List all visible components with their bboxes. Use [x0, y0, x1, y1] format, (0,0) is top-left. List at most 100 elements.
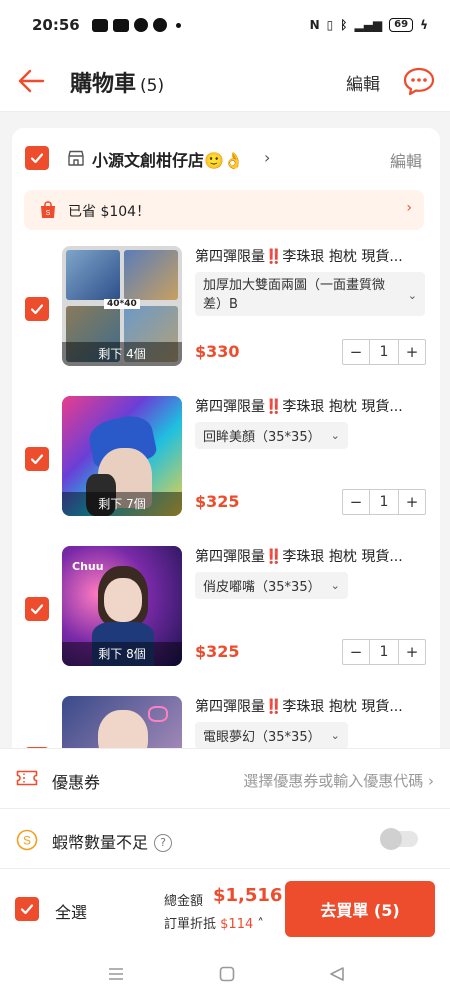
- discount-summary[interactable]: 訂單折抵 $114 ˄: [164, 913, 264, 932]
- coins-toggle[interactable]: [380, 828, 418, 850]
- product-price: $330: [195, 342, 240, 361]
- bottom-panel: 優惠券 選擇優惠券或輸入優惠代碼 › S 蝦幣數量不足? 全選 總金額 $1,5…: [0, 748, 450, 1000]
- discount-value: $114: [220, 917, 254, 932]
- decrease-button[interactable]: −: [343, 640, 369, 664]
- signal-icon: ▂▄▆: [354, 18, 383, 32]
- vibrate-icon: ▯: [326, 18, 334, 32]
- coupon-row[interactable]: 優惠券 選擇優惠券或輸入優惠代碼 ›: [0, 749, 450, 809]
- help-icon[interactable]: ?: [154, 833, 173, 852]
- product-name[interactable]: 第四彈限量‼️李珠珢 抱枕 現貨...: [195, 246, 425, 266]
- checkout-bar: 全選 總金額 $1,516 訂單折抵 $114 ˄ 去買單 (5): [0, 869, 450, 949]
- page-title: 購物車 (5): [70, 66, 164, 98]
- nav-back-icon[interactable]: [328, 965, 346, 983]
- promo-text: 已省 $104！: [68, 204, 151, 220]
- coin-icon: S: [16, 829, 38, 851]
- youtube-icon: [112, 18, 129, 32]
- status-bar: 20:56 N ▯ ᛒ ▂▄▆ 69 ϟ: [0, 0, 450, 50]
- menu-icon[interactable]: [107, 965, 125, 983]
- cart-count: (5): [140, 76, 165, 96]
- chevron-right-icon: ›: [406, 200, 412, 216]
- item-checkbox[interactable]: [25, 297, 49, 321]
- system-nav-bar: [0, 949, 450, 1000]
- select-all-checkbox[interactable]: [15, 897, 39, 921]
- product-image[interactable]: 40*40 剩下 4個: [62, 246, 182, 366]
- shop-name[interactable]: 小源文創柑仔店🙂👌: [92, 147, 244, 171]
- item-checkbox[interactable]: [25, 597, 49, 621]
- quantity-stepper: − 1 +: [342, 489, 426, 515]
- cart-item: Chuu 剩下 8個 第四彈限量‼️李珠珢 抱枕 現貨... 俏皮嘟嘴（35*3…: [12, 546, 440, 676]
- product-price: $325: [195, 642, 240, 661]
- edit-button[interactable]: 編輯: [346, 70, 380, 95]
- variant-selector[interactable]: 加厚加大雙面兩圖（一面畫質微差）B ⌄: [195, 272, 425, 316]
- product-name[interactable]: 第四彈限量‼️李珠珢 抱枕 現貨...: [195, 546, 425, 566]
- shop-edit-button[interactable]: 編輯: [390, 148, 422, 172]
- thumb-label: Chuu: [72, 560, 104, 573]
- cart-item: 40*40 剩下 4個 第四彈限量‼️李珠珢 抱枕 現貨... 加厚加大雙面兩圖…: [12, 246, 440, 376]
- shop-card: 小源文創柑仔店🙂👌 › 編輯 S 已省 $104！ › 40*40 剩下 4個 …: [12, 128, 440, 768]
- facebook-icon: [152, 18, 167, 32]
- variant-label: 俏皮嘟嘴（35*35）: [203, 580, 321, 595]
- back-arrow-icon[interactable]: [16, 66, 46, 96]
- battery-icon: 69: [389, 18, 414, 32]
- quantity-input[interactable]: 1: [369, 490, 399, 514]
- checkout-button[interactable]: 去買單 (5): [285, 881, 435, 937]
- cart-item: 剩下 7個 第四彈限量‼️李珠珢 抱枕 現貨... 回眸美顏（35*35） ⌄ …: [12, 396, 440, 526]
- decrease-button[interactable]: −: [343, 490, 369, 514]
- variant-selector[interactable]: 回眸美顏（35*35） ⌄: [195, 422, 348, 449]
- stock-label: 剩下 4個: [62, 342, 182, 366]
- product-image[interactable]: Chuu 剩下 8個: [62, 546, 182, 666]
- nfc-icon: N: [309, 18, 320, 32]
- chat-icon[interactable]: [403, 66, 435, 96]
- coins-label-text: 蝦幣數量不足: [52, 833, 149, 852]
- system-icons: N ▯ ᛒ ▂▄▆ 69 ϟ: [310, 18, 428, 32]
- product-name[interactable]: 第四彈限量‼️李珠珢 抱枕 現貨...: [195, 696, 425, 716]
- discount-label: 訂單折抵: [164, 917, 217, 932]
- product-price: $325: [195, 492, 240, 511]
- coupon-hint[interactable]: 選擇優惠券或輸入優惠代碼 ›: [243, 770, 434, 791]
- coupon-hint-text: 選擇優惠券或輸入優惠代碼: [243, 772, 424, 790]
- chevron-down-icon: ⌄: [330, 729, 340, 742]
- toggle-knob: [380, 828, 402, 850]
- quantity-input[interactable]: 1: [369, 340, 399, 364]
- select-all-label[interactable]: 全選: [55, 899, 87, 923]
- more-notifications-icon: [175, 22, 181, 28]
- quantity-stepper: − 1 +: [342, 339, 426, 365]
- increase-button[interactable]: +: [399, 640, 425, 664]
- quantity-input[interactable]: 1: [369, 640, 399, 664]
- total-value: $1,516: [213, 885, 283, 906]
- facebook-icon: [133, 18, 148, 32]
- status-time: 20:56: [32, 16, 80, 34]
- decrease-button[interactable]: −: [343, 340, 369, 364]
- bag-icon: S: [41, 201, 55, 218]
- svg-text:S: S: [23, 834, 31, 848]
- shop-icon: [68, 150, 84, 166]
- increase-button[interactable]: +: [399, 340, 425, 364]
- ticket-icon: [16, 770, 38, 786]
- total-label: 總金額: [164, 894, 204, 909]
- product-name[interactable]: 第四彈限量‼️李珠珢 抱枕 現貨...: [195, 396, 425, 416]
- variant-selector[interactable]: 俏皮嘟嘴（35*35） ⌄: [195, 572, 348, 599]
- stock-label: 剩下 7個: [62, 492, 182, 516]
- item-checkbox[interactable]: [25, 447, 49, 471]
- notification-icons: [91, 18, 181, 32]
- variant-label: 加厚加大雙面兩圖（一面畫質微差）B: [203, 278, 386, 312]
- header: 購物車 (5) 編輯: [0, 50, 450, 112]
- quantity-stepper: − 1 +: [342, 639, 426, 665]
- chevron-down-icon: ⌄: [330, 429, 340, 442]
- coins-row: S 蝦幣數量不足?: [0, 809, 450, 869]
- variant-selector[interactable]: 電眼夢幻（35*35） ⌄: [195, 722, 348, 749]
- chevron-up-icon: ˄: [257, 917, 264, 932]
- home-icon[interactable]: [218, 965, 236, 983]
- chevron-right-icon[interactable]: ›: [264, 148, 270, 167]
- charging-icon: ϟ: [420, 18, 428, 32]
- youtube-icon: [91, 18, 108, 32]
- increase-button[interactable]: +: [399, 490, 425, 514]
- product-image[interactable]: 剩下 7個: [62, 396, 182, 516]
- chevron-down-icon: ⌄: [407, 289, 417, 302]
- svg-text:S: S: [46, 210, 51, 217]
- shop-header: 小源文創柑仔店🙂👌 › 編輯: [12, 128, 440, 188]
- variant-label: 回眸美顏（35*35）: [203, 430, 321, 445]
- thumb-label: 40*40: [104, 299, 140, 309]
- shop-checkbox[interactable]: [25, 146, 49, 170]
- promo-banner[interactable]: S 已省 $104！ ›: [24, 190, 424, 230]
